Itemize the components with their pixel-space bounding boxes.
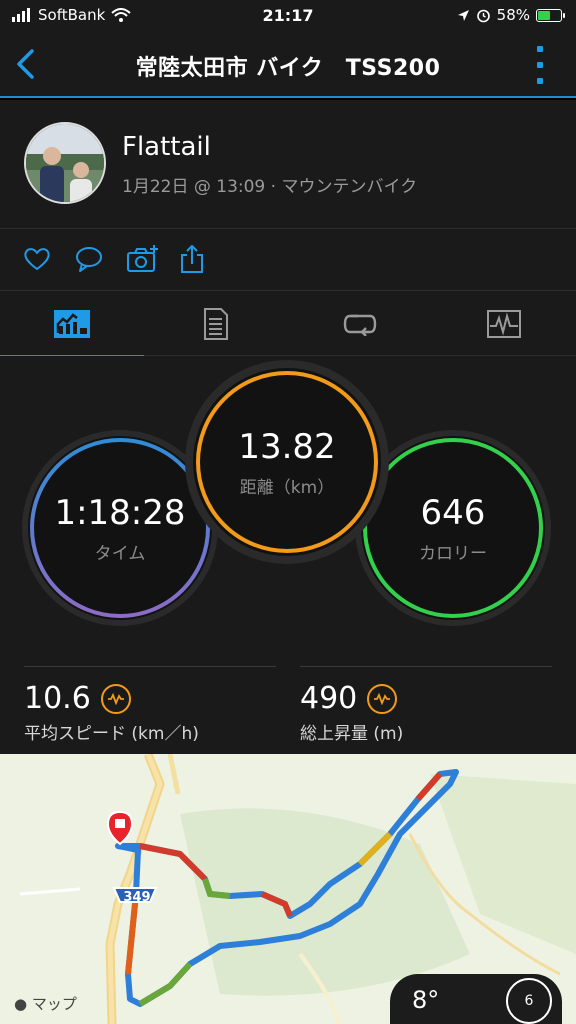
tab-details[interactable]: [144, 291, 288, 357]
activity-meta: 1月22日 @ 13:09 · マウンテンバイク: [122, 177, 418, 197]
training-effect-icon[interactable]: [367, 683, 398, 714]
map-attribution-text: マップ: [31, 995, 77, 1013]
wind-compass-icon: 6: [506, 978, 552, 1024]
time-label: タイム: [94, 543, 146, 564]
weather-badge[interactable]: 8° 6: [390, 974, 562, 1024]
route-number: 349: [123, 890, 151, 905]
overview-icon: [54, 310, 90, 338]
action-bar: [0, 228, 576, 290]
chart-icon: [487, 310, 521, 338]
elevation-label: 総上昇量 (m): [300, 724, 404, 744]
tab-charts[interactable]: [432, 291, 576, 357]
avg-speed-summary: 10.6 平均スピード (km／h): [24, 666, 276, 744]
avg-speed-value: 10.6: [24, 681, 91, 716]
apple-logo-icon: ●: [14, 995, 28, 1013]
calories-ring: 646 カロリー: [363, 438, 543, 618]
elevation-value: 490: [300, 681, 358, 716]
calories-label: カロリー: [419, 543, 487, 564]
avg-speed-value-row: 10.6: [24, 681, 131, 716]
user-name[interactable]: Flattail: [122, 132, 211, 162]
wind-speed: 6: [524, 993, 534, 1009]
tab-bar: [0, 290, 576, 358]
battery-icon: [536, 8, 565, 22]
route-map[interactable]: 349 ● マップ 8° 6: [0, 754, 576, 1024]
more-vertical-icon[interactable]: [534, 46, 546, 84]
share-icon[interactable]: [178, 243, 208, 275]
calories-value: 646: [420, 492, 486, 533]
training-effect-icon[interactable]: [100, 683, 131, 714]
laps-icon: [343, 314, 377, 336]
comment-icon[interactable]: [74, 243, 104, 275]
map-attribution: ● マップ: [14, 993, 77, 1014]
battery-level: [538, 10, 550, 20]
distance-ring: 13.82 距離（km）: [197, 372, 377, 552]
avg-speed-label: 平均スピード (km／h): [24, 724, 199, 744]
time-value: 1:18:28: [54, 492, 186, 533]
avatar[interactable]: [24, 122, 106, 204]
page-title: 常陸太田市 バイク TSS200: [135, 56, 441, 81]
stats-panel: 1:18:28 タイム 646 カロリー 13.82 距離（km） 10.6 平…: [0, 356, 576, 754]
activity-header: Flattail 1月22日 @ 13:09 · マウンテンバイク: [0, 100, 576, 228]
elevation-value-row: 490: [300, 681, 398, 716]
status-bar: SoftBank 21:17 58%: [0, 0, 576, 32]
avatar-photo: [26, 124, 104, 202]
distance-label: 距離（km）: [239, 477, 335, 498]
tab-overview[interactable]: [0, 291, 144, 358]
camera-icon[interactable]: [126, 243, 160, 275]
elevation-summary: 490 総上昇量 (m): [300, 666, 552, 744]
location-arrow-icon: [457, 9, 469, 21]
distance-value: 13.82: [238, 426, 336, 467]
status-right: 58%: [457, 6, 565, 24]
heart-icon[interactable]: [22, 243, 52, 275]
document-icon: [204, 308, 228, 340]
alarm-icon: [476, 9, 490, 22]
weather-temperature: 8°: [412, 986, 440, 1014]
time-ring: 1:18:28 タイム: [30, 438, 210, 618]
title-bar: 常陸太田市 バイク TSS200: [0, 32, 576, 98]
tab-laps[interactable]: [288, 291, 432, 357]
battery-percent: 58%: [496, 6, 530, 24]
